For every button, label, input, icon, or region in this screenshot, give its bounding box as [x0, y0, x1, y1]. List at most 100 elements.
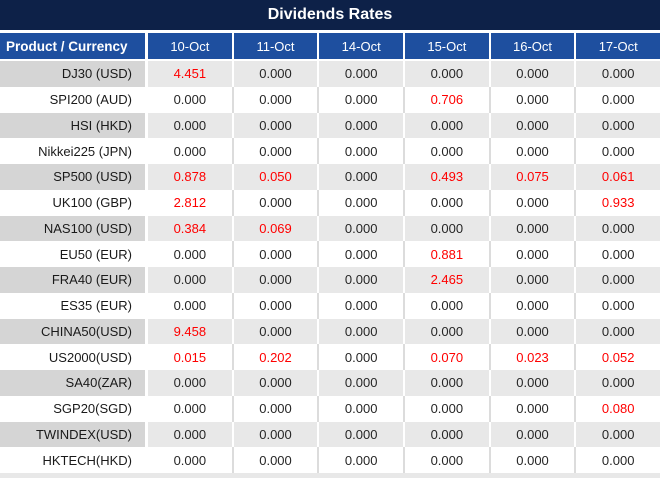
- product-cell: EU50 (EUR): [0, 241, 145, 267]
- value-cell: 0.000: [489, 447, 575, 473]
- product-cell: UK100 (GBP): [0, 190, 145, 216]
- value-cell: 0.075: [489, 164, 575, 190]
- value-cell: 0.000: [574, 61, 660, 87]
- value-cell: 0.000: [145, 113, 232, 139]
- value-cell: 0.000: [489, 267, 575, 293]
- value-cell: 0.000: [317, 190, 403, 216]
- value-cell: 0.000: [403, 61, 489, 87]
- value-cell: 0.000: [317, 396, 403, 422]
- value-cell: 0.000: [574, 241, 660, 267]
- value-cell: 0.000: [317, 164, 403, 190]
- product-cell: HSI (HKD): [0, 113, 145, 139]
- value-cell: 0.000: [403, 138, 489, 164]
- value-cell: 0.000: [489, 87, 575, 113]
- value-cell: 0.000: [317, 87, 403, 113]
- value-cell: 0.000: [317, 422, 403, 448]
- value-cell: 0.000: [574, 138, 660, 164]
- value-cell: 0.000: [574, 319, 660, 345]
- table-row: Nikkei225 (JPN) 0.000 0.000 0.000 0.000 …: [0, 138, 660, 164]
- value-cell: 0.000: [574, 370, 660, 396]
- value-cell: 0.000: [232, 396, 318, 422]
- value-cell: 0.000: [489, 422, 575, 448]
- value-cell: 0.878: [145, 164, 232, 190]
- header-row: Product / Currency 10-Oct 11-Oct 14-Oct …: [0, 33, 660, 59]
- value-cell: 0.000: [489, 190, 575, 216]
- value-cell: 0.000: [317, 344, 403, 370]
- value-cell: 0.000: [317, 138, 403, 164]
- product-cell: TWINDEX(USD): [0, 422, 145, 448]
- table-row: HKTECH(HKD) 0.000 0.000 0.000 0.000 0.00…: [0, 447, 660, 473]
- value-cell: 0.000: [574, 422, 660, 448]
- value-cell: 0.000: [232, 113, 318, 139]
- table-row: FRA40 (EUR) 0.000 0.000 0.000 2.465 0.00…: [0, 267, 660, 293]
- column-header-date: 14-Oct: [317, 33, 403, 59]
- table-row: US2000(USD) 0.015 0.202 0.000 0.070 0.02…: [0, 344, 660, 370]
- column-header-date: 11-Oct: [232, 33, 318, 59]
- value-cell: 0.000: [574, 87, 660, 113]
- product-cell: SGP20(SGD): [0, 396, 145, 422]
- value-cell: 0.881: [403, 241, 489, 267]
- product-cell: NAS100 (USD): [0, 216, 145, 242]
- product-cell: FRA40 (EUR): [0, 267, 145, 293]
- value-cell: 0.000: [232, 190, 318, 216]
- value-cell: 0.000: [232, 370, 318, 396]
- value-cell: 0.000: [489, 113, 575, 139]
- product-cell: ES35 (EUR): [0, 293, 145, 319]
- value-cell: 0.015: [145, 344, 232, 370]
- value-cell: 0.080: [574, 396, 660, 422]
- value-cell: 0.000: [489, 396, 575, 422]
- product-cell: CHINA50(USD): [0, 319, 145, 345]
- value-cell: 0.000: [489, 61, 575, 87]
- value-cell: 2.465: [403, 267, 489, 293]
- value-cell: 0.000: [317, 370, 403, 396]
- table-row: SA40(ZAR) 0.000 0.000 0.000 0.000 0.000 …: [0, 370, 660, 396]
- value-cell: 0.000: [489, 370, 575, 396]
- bottom-strip: [0, 473, 660, 478]
- value-cell: 0.000: [489, 138, 575, 164]
- table-row: NAS100 (USD) 0.384 0.069 0.000 0.000 0.0…: [0, 216, 660, 242]
- value-cell: 0.000: [317, 319, 403, 345]
- product-cell: US2000(USD): [0, 344, 145, 370]
- value-cell: 0.706: [403, 87, 489, 113]
- value-cell: 0.000: [403, 422, 489, 448]
- column-header-date: 10-Oct: [145, 33, 232, 59]
- value-cell: 0.000: [574, 267, 660, 293]
- value-cell: 0.000: [145, 138, 232, 164]
- value-cell: 0.000: [403, 216, 489, 242]
- value-cell: 0.000: [574, 113, 660, 139]
- value-cell: 0.000: [317, 61, 403, 87]
- value-cell: 0.000: [317, 113, 403, 139]
- value-cell: 0.384: [145, 216, 232, 242]
- column-header-product: Product / Currency: [0, 33, 145, 59]
- value-cell: 0.000: [317, 241, 403, 267]
- value-cell: 0.000: [317, 293, 403, 319]
- table-row: SGP20(SGD) 0.000 0.000 0.000 0.000 0.000…: [0, 396, 660, 422]
- table-body: DJ30 (USD) 4.451 0.000 0.000 0.000 0.000…: [0, 61, 660, 473]
- value-cell: 0.000: [403, 293, 489, 319]
- product-cell: DJ30 (USD): [0, 61, 145, 87]
- product-cell: SA40(ZAR): [0, 370, 145, 396]
- value-cell: 0.000: [403, 113, 489, 139]
- table-row: HSI (HKD) 0.000 0.000 0.000 0.000 0.000 …: [0, 113, 660, 139]
- value-cell: 0.000: [145, 447, 232, 473]
- value-cell: 0.000: [489, 319, 575, 345]
- value-cell: 0.000: [232, 422, 318, 448]
- column-header-date: 15-Oct: [403, 33, 489, 59]
- table-row: CHINA50(USD) 9.458 0.000 0.000 0.000 0.0…: [0, 319, 660, 345]
- value-cell: 0.202: [232, 344, 318, 370]
- value-cell: 0.000: [317, 216, 403, 242]
- value-cell: 0.000: [489, 293, 575, 319]
- value-cell: 0.023: [489, 344, 575, 370]
- product-cell: Nikkei225 (JPN): [0, 138, 145, 164]
- value-cell: 0.000: [232, 267, 318, 293]
- value-cell: 0.000: [232, 241, 318, 267]
- table-row: SP500 (USD) 0.878 0.050 0.000 0.493 0.07…: [0, 164, 660, 190]
- column-header-date: 16-Oct: [489, 33, 575, 59]
- value-cell: 0.069: [232, 216, 318, 242]
- value-cell: 0.000: [145, 87, 232, 113]
- value-cell: 0.070: [403, 344, 489, 370]
- value-cell: 0.000: [489, 241, 575, 267]
- value-cell: 0.000: [145, 422, 232, 448]
- table-title: Dividends Rates: [0, 0, 660, 30]
- value-cell: 0.000: [574, 447, 660, 473]
